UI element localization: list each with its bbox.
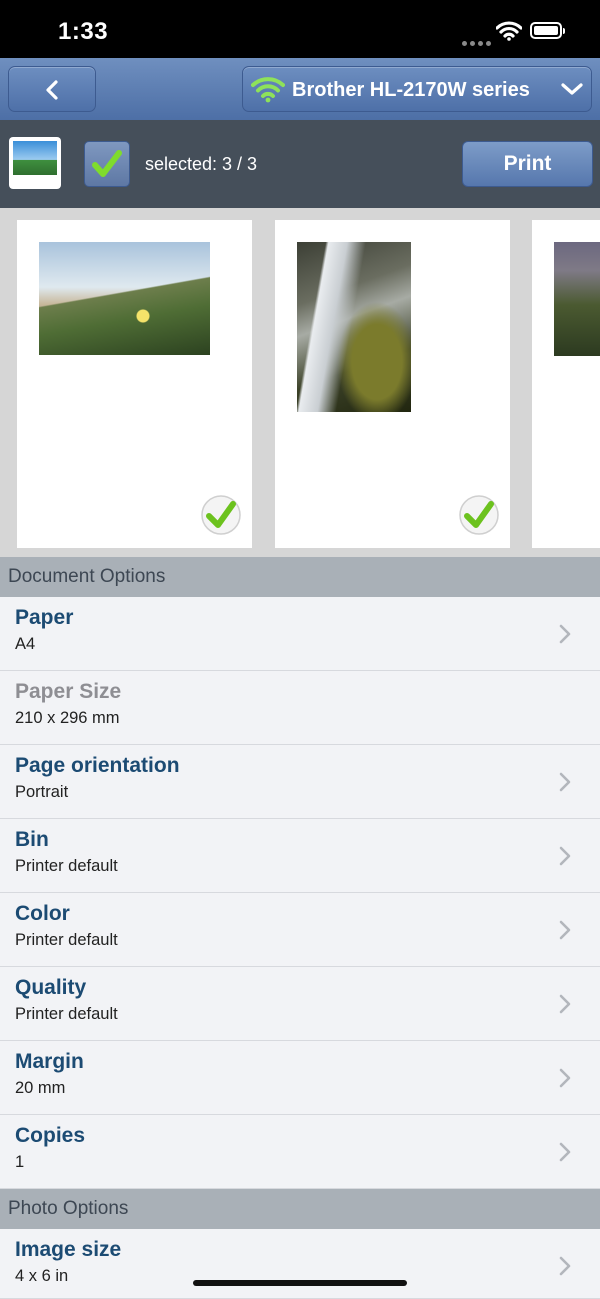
chevron-down-icon: [561, 83, 583, 95]
toolbar: selected: 3 / 3 Print: [0, 120, 600, 208]
photo-thumbnail: [297, 242, 411, 412]
chevron-right-icon: [559, 772, 571, 792]
photo-thumbnail: [554, 242, 600, 356]
option-row-page-orientation[interactable]: Page orientation Portrait: [0, 745, 600, 819]
option-value: A4: [15, 635, 36, 653]
chevron-left-icon: [46, 80, 58, 100]
back-button[interactable]: [8, 66, 96, 112]
home-indicator: [193, 1280, 407, 1286]
option-label: Color: [15, 902, 70, 925]
wifi-printer-icon: [251, 77, 285, 103]
option-label: Quality: [15, 976, 87, 999]
nav-bar: Brother HL-2170W series: [0, 58, 600, 121]
selected-check-icon[interactable]: [458, 494, 500, 536]
print-button[interactable]: Print: [462, 141, 593, 187]
option-label: Page orientation: [15, 754, 180, 777]
chevron-right-icon: [559, 1142, 571, 1162]
page-preview[interactable]: [17, 220, 252, 548]
option-label: Paper: [15, 606, 74, 629]
chevron-right-icon: [559, 920, 571, 940]
option-row-paper-size: Paper Size 210 x 296 mm: [0, 671, 600, 745]
checkmark-icon: [92, 150, 122, 177]
section-header-photo-options: Photo Options: [0, 1189, 600, 1229]
wifi-status-icon: [496, 21, 522, 41]
option-label: Bin: [15, 828, 49, 851]
chevron-right-icon: [559, 624, 571, 644]
option-row-quality[interactable]: Quality Printer default: [0, 967, 600, 1041]
select-all-checkbox[interactable]: [84, 141, 130, 187]
chevron-right-icon: [559, 1068, 571, 1088]
selection-count: selected: 3 / 3: [145, 154, 258, 174]
option-value: Printer default: [15, 1005, 118, 1023]
page-preview-strip[interactable]: [0, 208, 600, 557]
battery-icon: [530, 22, 565, 39]
photo-picker-icon[interactable]: [9, 137, 61, 189]
printer-name: Brother HL-2170W series: [292, 79, 530, 101]
option-value: Printer default: [15, 857, 118, 875]
selected-check-icon[interactable]: [200, 494, 242, 536]
chevron-right-icon: [559, 1256, 571, 1276]
page-preview[interactable]: [532, 220, 600, 548]
option-value: Printer default: [15, 931, 118, 949]
status-bar: 1:33: [0, 0, 600, 58]
option-row-color[interactable]: Color Printer default: [0, 893, 600, 967]
cellular-signal-icon: [462, 33, 494, 51]
status-time: 1:33: [58, 18, 109, 45]
option-row-image-size[interactable]: Image size 4 x 6 in: [0, 1229, 600, 1299]
option-value: Portrait: [15, 783, 69, 801]
chevron-right-icon: [559, 846, 571, 866]
printer-selector[interactable]: Brother HL-2170W series: [242, 66, 592, 112]
option-label: Margin: [15, 1050, 84, 1073]
option-value: 210 x 296 mm: [15, 709, 120, 727]
page-preview[interactable]: [275, 220, 510, 548]
option-row-paper[interactable]: Paper A4: [0, 597, 600, 671]
section-header-document-options: Document Options: [0, 557, 600, 597]
option-value: 4 x 6 in: [15, 1267, 69, 1285]
chevron-right-icon: [559, 994, 571, 1014]
option-label: Image size: [15, 1238, 122, 1261]
option-row-margin[interactable]: Margin 20 mm: [0, 1041, 600, 1115]
photo-thumbnail: [39, 242, 210, 355]
option-row-copies[interactable]: Copies 1: [0, 1115, 600, 1189]
option-value: 1: [15, 1153, 25, 1171]
option-value: 20 mm: [15, 1079, 66, 1097]
option-label: Paper Size: [15, 680, 122, 703]
option-row-bin[interactable]: Bin Printer default: [0, 819, 600, 893]
option-label: Copies: [15, 1124, 86, 1147]
